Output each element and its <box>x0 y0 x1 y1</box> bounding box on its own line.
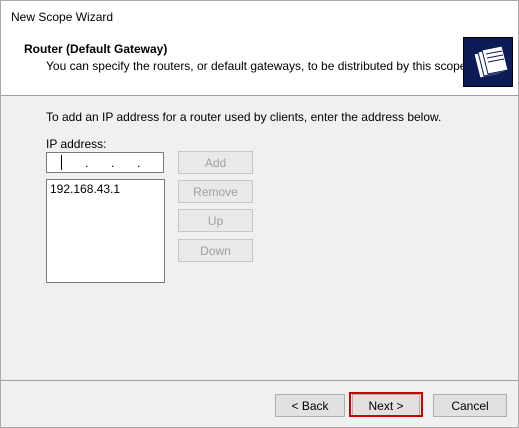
wizard-window: New Scope Wizard Router (Default Gateway… <box>0 0 519 428</box>
ip-address-input[interactable]: . . . <box>46 152 164 173</box>
page-title: Router (Default Gateway) <box>24 42 168 56</box>
page-subtitle: You can specify the routers, or default … <box>46 59 470 73</box>
ip-separator: . <box>111 156 115 170</box>
next-button-highlight <box>349 392 423 417</box>
ip-separator: . <box>85 156 89 170</box>
list-item[interactable]: 192.168.43.1 <box>50 182 120 196</box>
window-title: New Scope Wizard <box>11 10 114 24</box>
folders-icon <box>463 37 513 87</box>
ip-separator: . <box>137 156 141 170</box>
remove-button[interactable]: Remove <box>178 180 253 203</box>
title-bar: New Scope Wizard <box>1 1 518 31</box>
up-button[interactable]: Up <box>178 209 253 232</box>
back-button[interactable]: < Back <box>275 394 345 417</box>
down-button[interactable]: Down <box>178 239 253 262</box>
router-list[interactable]: 192.168.43.1 <box>46 179 165 283</box>
add-button[interactable]: Add <box>178 151 253 174</box>
ip-address-label: IP address: <box>46 137 107 151</box>
footer-divider <box>1 380 518 381</box>
cancel-button[interactable]: Cancel <box>433 394 507 417</box>
instruction-text: To add an IP address for a router used b… <box>46 110 442 124</box>
text-caret <box>61 155 62 170</box>
wizard-header: Router (Default Gateway) You can specify… <box>1 31 518 96</box>
